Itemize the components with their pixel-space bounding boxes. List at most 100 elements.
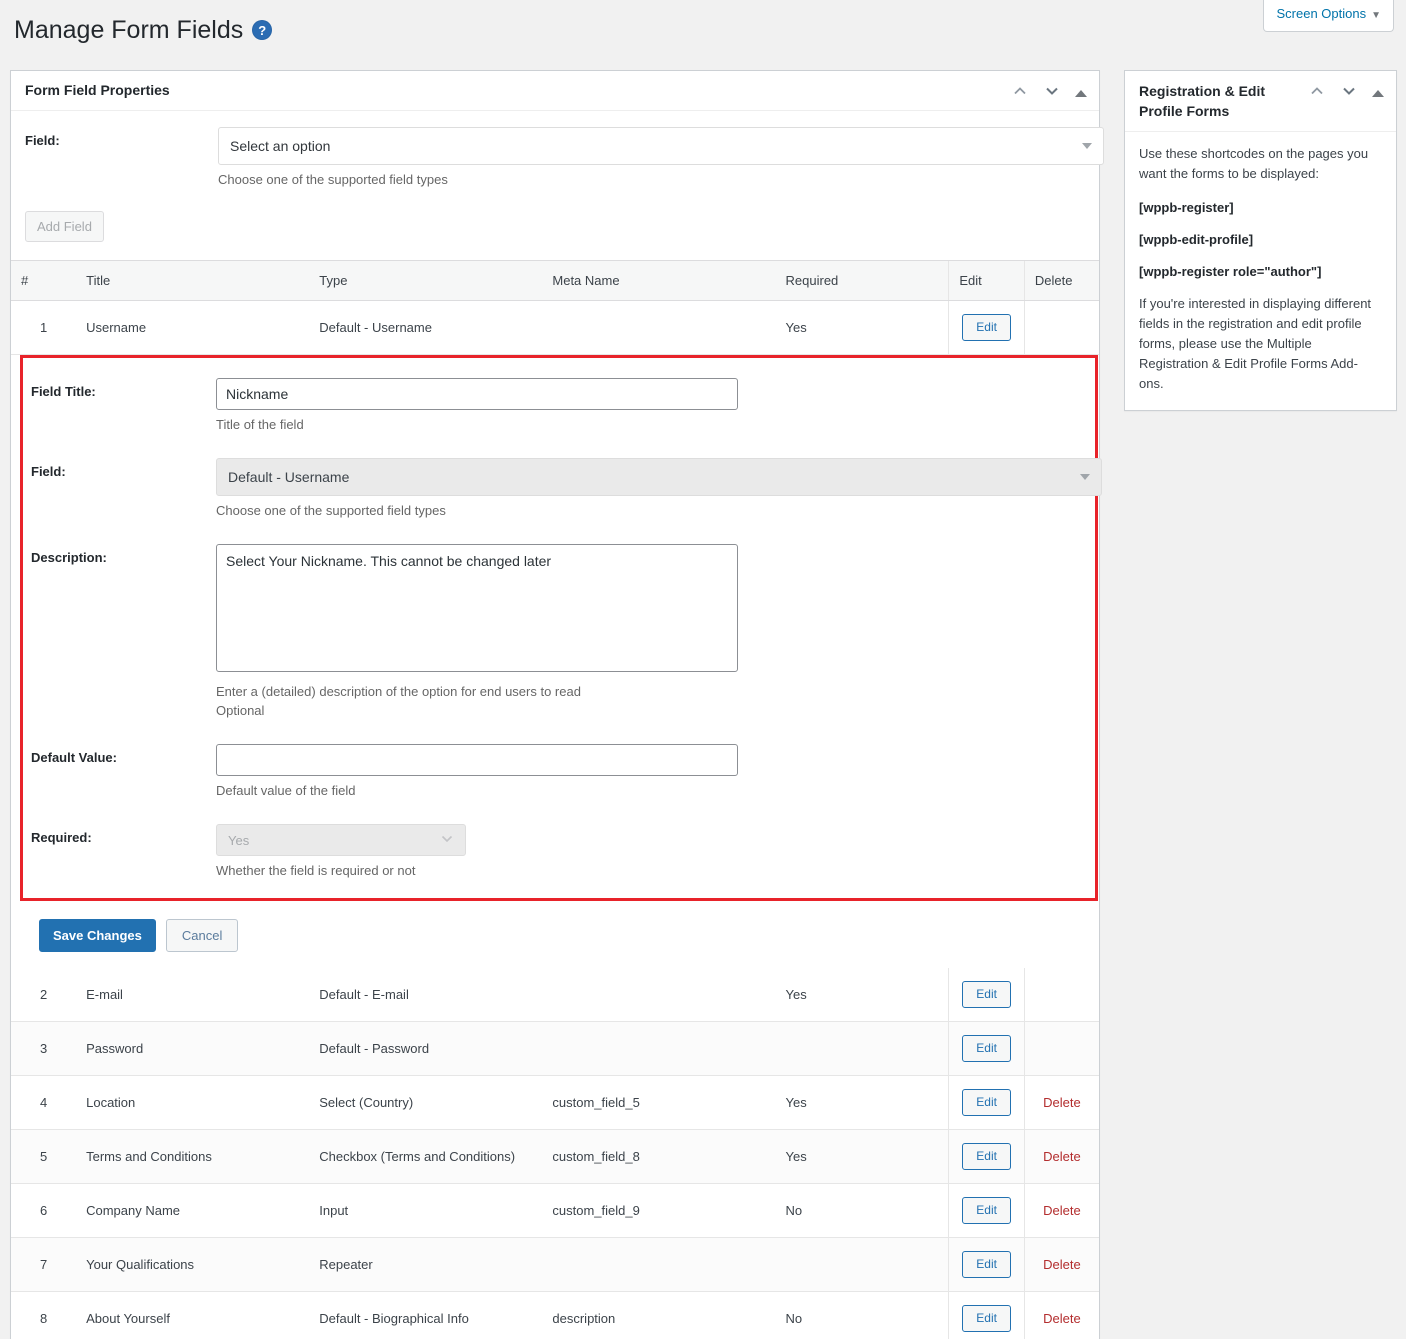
- field-type-select-value: Select an option: [230, 138, 330, 154]
- sidebar-outro-text: If you're interested in displaying diffe…: [1139, 294, 1382, 394]
- default-value-hint: Default value of the field: [216, 781, 1095, 800]
- row-title: Password: [76, 1022, 309, 1076]
- row-edit-button[interactable]: Edit: [962, 1197, 1011, 1224]
- save-changes-button[interactable]: Save Changes: [39, 919, 156, 952]
- description-row: Description: Select Your Nickname. This …: [23, 544, 1095, 720]
- required-select-value: Yes: [228, 833, 249, 848]
- row-edit-button[interactable]: Edit: [962, 1035, 1011, 1062]
- panel-body: Field: Select an option Choose one of th…: [11, 111, 1099, 1339]
- row-edit-button[interactable]: Edit: [962, 1089, 1011, 1116]
- field-type-hint: Choose one of the supported field types: [218, 170, 1104, 189]
- column-header-edit: Edit: [949, 261, 1025, 301]
- required-select[interactable]: Yes: [216, 824, 466, 856]
- sidebar-panel-title: Registration & Edit Profile Forms: [1139, 81, 1308, 121]
- row-title: Company Name: [76, 1184, 309, 1238]
- row-edit-button[interactable]: Edit: [962, 1251, 1011, 1278]
- table-row: 7Your QualificationsRepeaterEditDelete: [11, 1238, 1099, 1292]
- screen-options-button[interactable]: Screen Options ▼: [1263, 0, 1394, 32]
- row-type: Default - Password: [309, 1022, 542, 1076]
- row-type: Default - Biographical Info: [309, 1292, 542, 1339]
- row-meta-name: custom_field_8: [542, 1130, 775, 1184]
- collapse-toggle-icon[interactable]: [1372, 90, 1384, 97]
- editor-field-type-select[interactable]: Default - Username: [216, 458, 1102, 496]
- row-delete-link[interactable]: Delete: [1043, 1149, 1081, 1164]
- fields-table-top: # Title Type Meta Name Required Edit Del…: [11, 260, 1099, 355]
- row-required: No: [776, 1292, 949, 1339]
- field-type-select[interactable]: Select an option: [218, 127, 1104, 165]
- row-delete-link[interactable]: Delete: [1043, 1095, 1081, 1110]
- row-edit-button[interactable]: Edit: [962, 1305, 1011, 1332]
- page-title-text: Manage Form Fields: [14, 14, 243, 46]
- row-number: 2: [11, 968, 76, 1022]
- row-type: Input: [309, 1184, 542, 1238]
- row-title: Username: [76, 301, 309, 355]
- row-meta-name: custom_field_9: [542, 1184, 775, 1238]
- row-meta-name: description: [542, 1292, 775, 1339]
- row-type: Select (Country): [309, 1076, 542, 1130]
- sidebar-intro-text: Use these shortcodes on the pages you wa…: [1139, 144, 1382, 184]
- table-row: 8About YourselfDefault - Biographical In…: [11, 1292, 1099, 1339]
- row-edit-button[interactable]: Edit: [962, 981, 1011, 1008]
- description-textarea[interactable]: Select Your Nickname. This cannot be cha…: [216, 544, 738, 672]
- row-meta-name: [542, 1238, 775, 1292]
- row-meta-name: [542, 1022, 775, 1076]
- form-field-properties-panel: Form Field Properties Field: Select: [10, 70, 1100, 1339]
- default-value-row: Default Value: Default value of the fiel…: [23, 744, 1095, 800]
- row-title: Terms and Conditions: [76, 1130, 309, 1184]
- table-row: 2E-mailDefault - E-mailYesEdit: [11, 968, 1099, 1022]
- move-down-icon[interactable]: [1043, 82, 1061, 100]
- sidebar-panel-body: Use these shortcodes on the pages you wa…: [1125, 132, 1396, 410]
- row-required: Yes: [776, 301, 949, 355]
- field-title-input[interactable]: [216, 378, 738, 410]
- move-up-icon[interactable]: [1308, 82, 1326, 100]
- panel-controls: [1011, 81, 1087, 100]
- row-edit-button[interactable]: Edit: [962, 1143, 1011, 1170]
- row-number: 8: [11, 1292, 76, 1339]
- admin-screen: Screen Options ▼ Manage Form Fields ? For…: [0, 0, 1406, 1339]
- column-header-type: Type: [309, 261, 542, 301]
- row-required: Yes: [776, 1130, 949, 1184]
- move-down-icon[interactable]: [1340, 82, 1358, 100]
- description-hint: Enter a (detailed) description of the op…: [216, 682, 1095, 701]
- inline-field-editor-wrapper: Field Title: Title of the field Field: D…: [11, 355, 1099, 901]
- shortcode-register: [wppb-register]: [1139, 198, 1382, 218]
- move-up-icon[interactable]: [1011, 82, 1029, 100]
- table-row: 4LocationSelect (Country)custom_field_5Y…: [11, 1076, 1099, 1130]
- field-type-label: Field:: [25, 127, 218, 148]
- help-icon[interactable]: ?: [252, 20, 272, 40]
- row-delete-link[interactable]: Delete: [1043, 1311, 1081, 1326]
- editor-field-type-row: Field: Default - Username Choose one of …: [23, 458, 1095, 520]
- chevron-down-icon: [1080, 474, 1090, 480]
- column-header-delete: Delete: [1024, 261, 1099, 301]
- row-required: Yes: [776, 1076, 949, 1130]
- cancel-button[interactable]: Cancel: [166, 919, 238, 952]
- table-row: 1 Username Default - Username Yes Edit: [11, 301, 1099, 355]
- row-title: About Yourself: [76, 1292, 309, 1339]
- row-number: 7: [11, 1238, 76, 1292]
- screen-options-label: Screen Options: [1276, 6, 1366, 21]
- fields-table-bottom: 2E-mailDefault - E-mailYesEdit3PasswordD…: [11, 968, 1099, 1339]
- row-delete-link[interactable]: Delete: [1043, 1203, 1081, 1218]
- sidebar-panel-header: Registration & Edit Profile Forms: [1125, 71, 1396, 132]
- row-delete-link[interactable]: Delete: [1043, 1257, 1081, 1272]
- panel-title: Form Field Properties: [25, 81, 1011, 100]
- inline-field-editor: Field Title: Title of the field Field: D…: [20, 355, 1098, 901]
- editor-field-type-label: Field:: [31, 458, 216, 479]
- chevron-down-icon: ▼: [1371, 10, 1381, 21]
- row-edit-button[interactable]: Edit: [962, 314, 1011, 341]
- editor-field-type-hint: Choose one of the supported field types: [216, 501, 1102, 520]
- description-label: Description:: [31, 544, 216, 565]
- table-row: 6Company NameInputcustom_field_9NoEditDe…: [11, 1184, 1099, 1238]
- column-header-number: #: [11, 261, 76, 301]
- row-type: Repeater: [309, 1238, 542, 1292]
- column-header-required: Required: [776, 261, 949, 301]
- column-header-title: Title: [76, 261, 309, 301]
- editor-field-type-value: Default - Username: [228, 469, 349, 485]
- add-field-button[interactable]: Add Field: [25, 211, 104, 242]
- collapse-toggle-icon[interactable]: [1075, 90, 1087, 97]
- row-number: 4: [11, 1076, 76, 1130]
- required-hint: Whether the field is required or not: [216, 861, 1095, 880]
- default-value-input[interactable]: [216, 744, 738, 776]
- sidebar-panel-controls: [1308, 81, 1384, 100]
- table-header-row: # Title Type Meta Name Required Edit Del…: [11, 261, 1099, 301]
